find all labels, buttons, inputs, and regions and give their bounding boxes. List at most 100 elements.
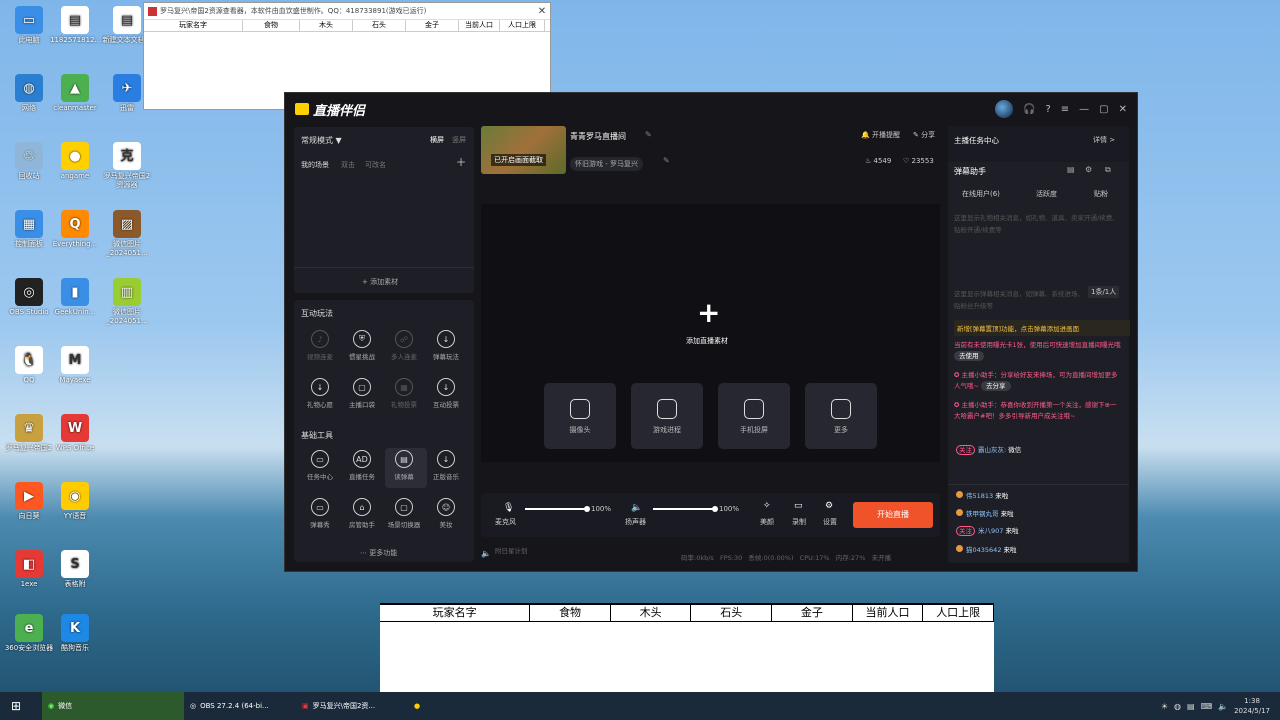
tool-button[interactable]: ▭ 弹幕秀 [300,498,340,529]
desktop-icon[interactable]: ▥ 微信图片_2024051... [102,278,152,326]
tab[interactable]: 在线用户(6) [962,189,1000,199]
desktop-icon[interactable]: W WPS Office [50,414,100,453]
desktop-icon[interactable]: ◍ 网络 [4,74,54,113]
desktop-icon[interactable]: Q Everything... [50,210,100,249]
tool-button[interactable]: AD 直播任务 [342,450,382,481]
tool-button[interactable]: ▤ 读弹幕 [384,450,424,481]
minimize-icon[interactable]: — [1079,104,1089,115]
tray-icon[interactable]: ▤ [1187,702,1195,711]
volume-icon[interactable]: 🔈 [1218,702,1228,711]
chat-item[interactable]: 铁甲钢丸哥 来啦 [956,509,1014,519]
tool-button[interactable]: ↓ 礼物心愿 [300,378,340,409]
desktop-icon[interactable]: ● angame [50,142,100,181]
chat-item[interactable]: 猫0435642 来啦 [956,545,1017,555]
record-icon[interactable]: ▭ [794,501,803,511]
desktop-icon[interactable]: ▨ 微信图片_2024051... [102,210,152,258]
tool-button[interactable]: ↓ 正版音乐 [426,450,466,481]
close-icon[interactable]: ✕ [534,6,550,17]
desktop-icon[interactable]: 克罗马复兴帝国2资源器 [102,142,152,190]
taskbar-item-viewer[interactable]: ▣ 罗马复兴\帝国2资... [296,692,408,720]
desktop-icon[interactable]: ▮ GeekUnin... [50,278,100,317]
detail-link[interactable]: 详情 > [1093,135,1115,145]
room-category[interactable]: 怀旧游戏 - 罗马复兴 [570,157,643,171]
mic-icon[interactable]: 🎙 [503,503,514,513]
desktop-icon[interactable]: ◉ YY语音 [50,482,100,521]
desktop-icon[interactable]: ▦ 控制面板 [4,210,54,249]
tool-button[interactable]: ▭ 任务中心 [300,450,340,481]
mode-select[interactable]: 常规模式 ▼ [301,135,342,146]
room-title[interactable]: 青青罗马直播间 [570,131,626,142]
taskbar-item-obs[interactable]: ◎ OBS 27.2.4 (64-bi... [184,692,296,720]
chat-item[interactable]: 关注 米八907 来啦 [956,526,1019,536]
desktop-icon[interactable]: ▲ cleanmaster [50,74,100,113]
chat-item[interactable]: 关注 霸山灰灰: 微信 [956,445,1021,455]
tool-button[interactable]: ↓ 弹幕玩法 [426,330,466,361]
speaker-slider-handle[interactable] [712,506,718,512]
preview-canvas[interactable]: + 添加直播素材 摄像头 游戏进程 手机投屏 更多 [481,204,940,462]
desktop-icon[interactable]: ◎ OBS Studio [4,278,54,317]
source-tile[interactable]: 游戏进程 [631,383,703,449]
tool-button[interactable]: ☍ 多人连麦 [384,330,424,361]
desktop-icon[interactable]: e 360安全浏览器 [4,614,54,653]
more-features-button[interactable]: ⋯ 更多功能 [360,548,397,558]
add-source-icon[interactable]: + [697,296,720,329]
taskbar-item-wechat[interactable]: ◉ 微信 [42,692,184,720]
close-icon[interactable]: ✕ [1119,104,1127,115]
desktop-icon[interactable]: ♲ 回收站 [4,142,54,181]
mic-slider[interactable] [525,506,590,512]
tool-button[interactable]: ♪ 视频连麦 [300,330,340,361]
tab[interactable]: 活跃度 [1036,189,1057,199]
source-tile[interactable]: 手机投屏 [718,383,790,449]
portrait-button[interactable]: 竖屏 [452,135,466,145]
tray-icon[interactable]: ☀ [1161,702,1168,711]
maximize-icon[interactable]: ▢ [1099,104,1108,115]
start-live-button[interactable]: 开始直播 [853,502,933,528]
source-tile[interactable]: 摄像头 [544,383,616,449]
menu-icon[interactable]: ≡ [1061,104,1069,115]
source-tile[interactable]: 更多 [805,383,877,449]
edit-category-icon[interactable]: ✎ [663,156,670,165]
record-button[interactable]: 录制 [792,517,806,527]
landscape-button[interactable]: 横屏 [430,135,444,145]
room-cover[interactable]: 已开启画面截取 [481,126,566,174]
start-remind-button[interactable]: 🔔 开播提醒 [861,130,900,140]
notice-pin[interactable]: 新增[弹幕置顶]功能，点击弹幕添加进画面 [954,320,1130,336]
desktop-icon[interactable]: 🐧 QQ [4,346,54,385]
tool-button[interactable]: ⌂ 房管助手 [342,498,382,529]
taskbar-item-qq[interactable]: ● [408,692,426,720]
share-button[interactable]: ✎ 分享 [913,130,935,140]
popout-icon[interactable]: ⧉ [1105,165,1111,175]
tool-button[interactable]: ↓ 互动投票 [426,378,466,409]
add-material-button[interactable]: + 添加素材 [362,277,398,287]
clock[interactable]: 1:38 2024/5/17 [1234,696,1270,716]
avatar[interactable] [995,100,1013,118]
use-button[interactable]: 去使用 [954,351,984,361]
tool-button[interactable]: ☺ 美妆 [426,498,466,529]
gear-icon[interactable]: ⚙ [825,501,833,511]
list-icon[interactable]: ▤ [1067,165,1075,174]
mic-slider-handle[interactable] [584,506,590,512]
desktop-icon[interactable]: ▶ 向日葵 [4,482,54,521]
speaker-icon[interactable]: 🔈 [631,503,642,513]
resource-viewer-titlebar[interactable]: 罗马复兴\帝国2资源查看器，本软件由血饮盛世制作。QQ：418733891(游戏… [144,3,550,20]
speaker-slider[interactable] [653,506,718,512]
chat-item[interactable]: 伟51813 来啦 [956,491,1008,501]
tool-button[interactable]: ▦ 礼物投票 [384,378,424,409]
tab[interactable]: 贴粉 [1094,189,1108,199]
app-titlebar[interactable]: 直播伴侣 🎧 ? ≡ — ▢ ✕ [285,93,1137,125]
help-icon[interactable]: ? [1045,104,1050,115]
live-companion-window[interactable]: 直播伴侣 🎧 ? ≡ — ▢ ✕ 常规模式 ▼ 横屏 竖屏 我的场景 双击 可改… [284,92,1138,572]
tray-icon[interactable]: ◍ [1174,702,1181,711]
desktop-icon[interactable]: K 酷狗音乐 [50,614,100,653]
desktop-icon[interactable]: S 表格附 [50,550,100,589]
headset-icon[interactable]: 🎧 [1023,104,1035,115]
desktop-icon[interactable]: ▤ 1182571812... [50,6,101,45]
settings-button[interactable]: 设置 [823,517,837,527]
network-icon[interactable]: ⌨ [1201,702,1213,711]
add-scene-icon[interactable]: + [456,155,466,169]
beauty-button[interactable]: 美颜 [760,517,774,527]
gear-icon[interactable]: ⚙ [1085,165,1092,174]
share-go-button[interactable]: 去分享 [981,381,1011,391]
desktop-icon[interactable]: ♛ 罗马复兴帝国2 [4,414,54,453]
desktop-icon[interactable]: M Mayaexe [50,346,100,385]
